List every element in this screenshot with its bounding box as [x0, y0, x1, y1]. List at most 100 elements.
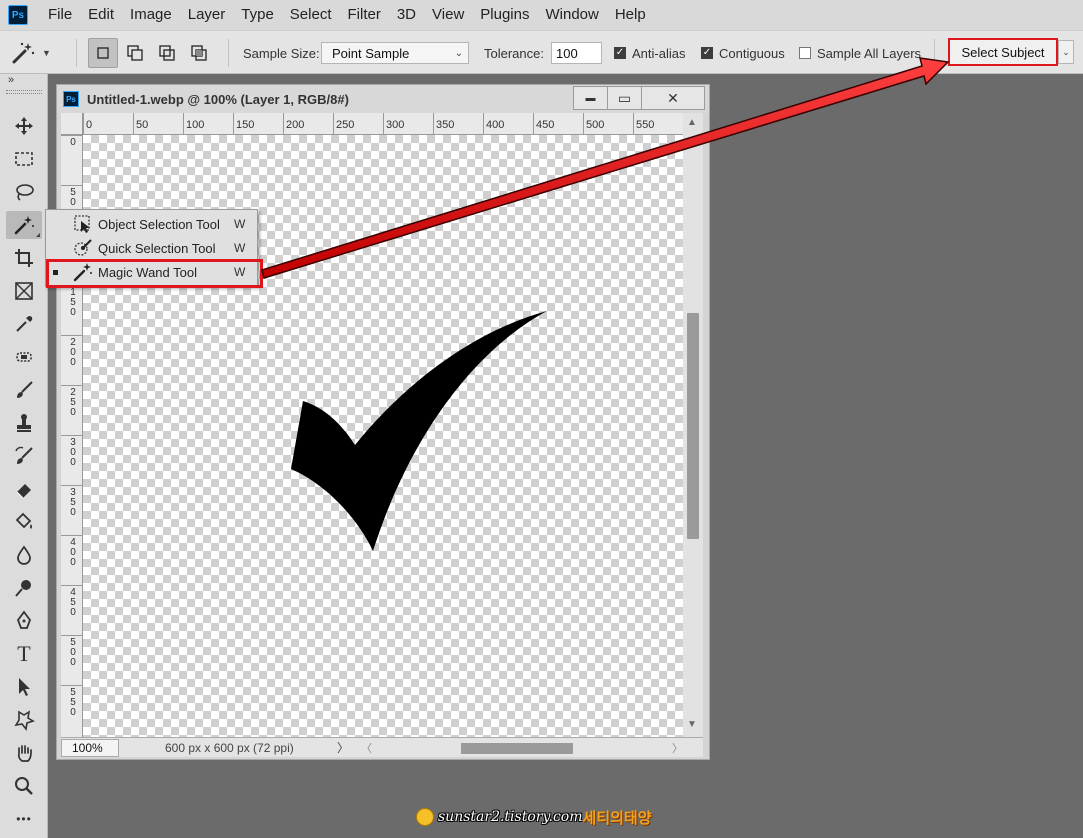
checkbox-checked-icon: ✓	[701, 47, 713, 59]
paint-bucket-icon	[15, 512, 32, 529]
select-subject-dropdown[interactable]: ⌄	[1058, 40, 1074, 64]
blur-icon	[17, 545, 31, 565]
maximize-button[interactable]: ▭	[608, 87, 642, 109]
anti-alias-checkbox[interactable]: ✓ Anti-alias	[614, 31, 685, 75]
document-titlebar[interactable]: Ps Untitled-1.webp @ 100% (Layer 1, RGB/…	[57, 85, 709, 113]
marquee-tool[interactable]	[6, 145, 42, 173]
horizontal-ruler[interactable]: 0 50 100 150 200 250 300 350 400 450 500 550	[83, 113, 683, 135]
ruler-tick-line	[333, 113, 334, 135]
ruler-tick-label: 50	[70, 187, 76, 208]
subtract-from-selection-button[interactable]	[152, 38, 182, 68]
move-tool[interactable]	[6, 112, 42, 140]
new-selection-button[interactable]	[88, 38, 118, 68]
menu-layer[interactable]: Layer	[180, 0, 234, 30]
tolerance-input[interactable]: 100	[551, 42, 602, 64]
menu-window[interactable]: Window	[537, 0, 606, 30]
ruler-tick-label: 550	[636, 119, 655, 131]
flyout-item-object-selection[interactable]: Object Selection Tool W	[46, 212, 257, 236]
magic-wand-icon	[12, 42, 35, 64]
eyedropper-tool[interactable]	[6, 310, 42, 338]
ruler-tick-line	[83, 113, 84, 135]
custom-shape-icon	[14, 710, 35, 731]
crop-tool[interactable]	[6, 244, 42, 272]
menu-help[interactable]: Help	[607, 0, 654, 30]
select-subject-button[interactable]: Select Subject	[948, 38, 1058, 66]
horizontal-scrollbar[interactable]: 〈 〉	[361, 740, 687, 756]
status-menu-arrow[interactable]: 〉	[337, 739, 349, 756]
close-icon: ✕	[667, 89, 679, 106]
ruler-origin[interactable]	[61, 113, 83, 135]
divider	[228, 39, 229, 67]
scroll-right-icon[interactable]: 〉	[672, 740, 683, 756]
ruler-tick-label: 500	[586, 119, 605, 131]
scrollbar-thumb[interactable]	[461, 743, 573, 754]
frame-icon	[15, 282, 33, 300]
close-button[interactable]: ✕	[642, 87, 704, 109]
sample-size-value: Point Sample	[332, 45, 410, 61]
edit-toolbar-button[interactable]: •••	[6, 805, 42, 833]
ruler-tick-label: 450	[536, 119, 555, 131]
history-brush-tool[interactable]	[6, 442, 42, 470]
scroll-down-icon[interactable]: ▼	[687, 719, 697, 730]
minimize-button[interactable]: ▬	[574, 87, 608, 109]
type-tool[interactable]: T	[6, 640, 42, 668]
zoom-level-field[interactable]: 100%	[61, 738, 119, 757]
menu-edit[interactable]: Edit	[80, 0, 122, 30]
pen-tool[interactable]	[6, 607, 42, 635]
vertical-scrollbar[interactable]: ▲ ▼	[683, 113, 703, 737]
brush-icon	[17, 381, 33, 398]
menu-plugins[interactable]: Plugins	[472, 0, 537, 30]
intersect-selection-button[interactable]	[184, 38, 214, 68]
menu-filter[interactable]: Filter	[340, 0, 389, 30]
dodge-tool[interactable]	[6, 574, 42, 602]
lasso-tool[interactable]	[6, 178, 42, 206]
eraser-tool[interactable]	[6, 475, 42, 503]
scroll-up-icon[interactable]: ▲	[687, 117, 697, 128]
menu-select[interactable]: Select	[282, 0, 340, 30]
ruler-tick-line	[61, 435, 83, 436]
annotation-highlight-box	[46, 259, 263, 288]
menu-3d[interactable]: 3D	[389, 0, 424, 30]
path-selection-icon	[19, 678, 30, 696]
eyedropper-icon	[16, 316, 33, 332]
frame-tool[interactable]	[6, 277, 42, 305]
collapse-panel-button[interactable]: »	[8, 74, 14, 86]
intersect-selection-icon	[191, 45, 207, 61]
ruler-tick-line	[61, 535, 83, 536]
photoshop-logo[interactable]: Ps	[8, 5, 28, 25]
tool-preset-picker[interactable]: ▼	[10, 31, 51, 75]
ruler-tick-label: 250	[70, 387, 76, 418]
ruler-tick-label: 350	[436, 119, 455, 131]
ruler-tick-line	[61, 185, 83, 186]
spot-healing-tool[interactable]	[6, 343, 42, 371]
rectangular-marquee-icon	[15, 152, 33, 166]
ruler-tick-line	[61, 635, 83, 636]
scrollbar-thumb[interactable]	[687, 313, 699, 539]
contiguous-checkbox[interactable]: ✓ Contiguous	[701, 31, 785, 75]
blur-tool[interactable]	[6, 541, 42, 569]
paint-bucket-tool[interactable]	[6, 508, 42, 536]
flyout-item-quick-selection[interactable]: Quick Selection Tool W	[46, 236, 257, 260]
more-icon: •••	[16, 812, 32, 826]
ruler-tick-line	[61, 385, 83, 386]
panel-grip[interactable]	[6, 90, 42, 94]
brush-tool[interactable]	[6, 376, 42, 404]
add-to-selection-button[interactable]	[120, 38, 150, 68]
chevron-down-icon: ⌄	[1062, 46, 1070, 57]
magic-wand-tool[interactable]	[6, 211, 42, 239]
custom-shape-tool[interactable]	[6, 706, 42, 734]
menu-file[interactable]: File	[40, 0, 80, 30]
clone-stamp-tool[interactable]	[6, 409, 42, 437]
menu-view[interactable]: View	[424, 0, 472, 30]
hand-tool[interactable]	[6, 739, 42, 767]
path-selection-tool[interactable]	[6, 673, 42, 701]
scroll-left-icon[interactable]: 〈	[361, 740, 372, 756]
sample-all-layers-checkbox[interactable]: Sample All Layers	[799, 31, 921, 75]
ruler-tick-line	[383, 113, 384, 135]
divider	[934, 39, 935, 67]
menu-image[interactable]: Image	[122, 0, 180, 30]
menu-type[interactable]: Type	[233, 0, 282, 30]
ruler-tick-label: 450	[70, 587, 76, 618]
zoom-tool[interactable]	[6, 772, 42, 800]
sample-size-dropdown[interactable]: Point Sample ⌄	[321, 42, 469, 64]
